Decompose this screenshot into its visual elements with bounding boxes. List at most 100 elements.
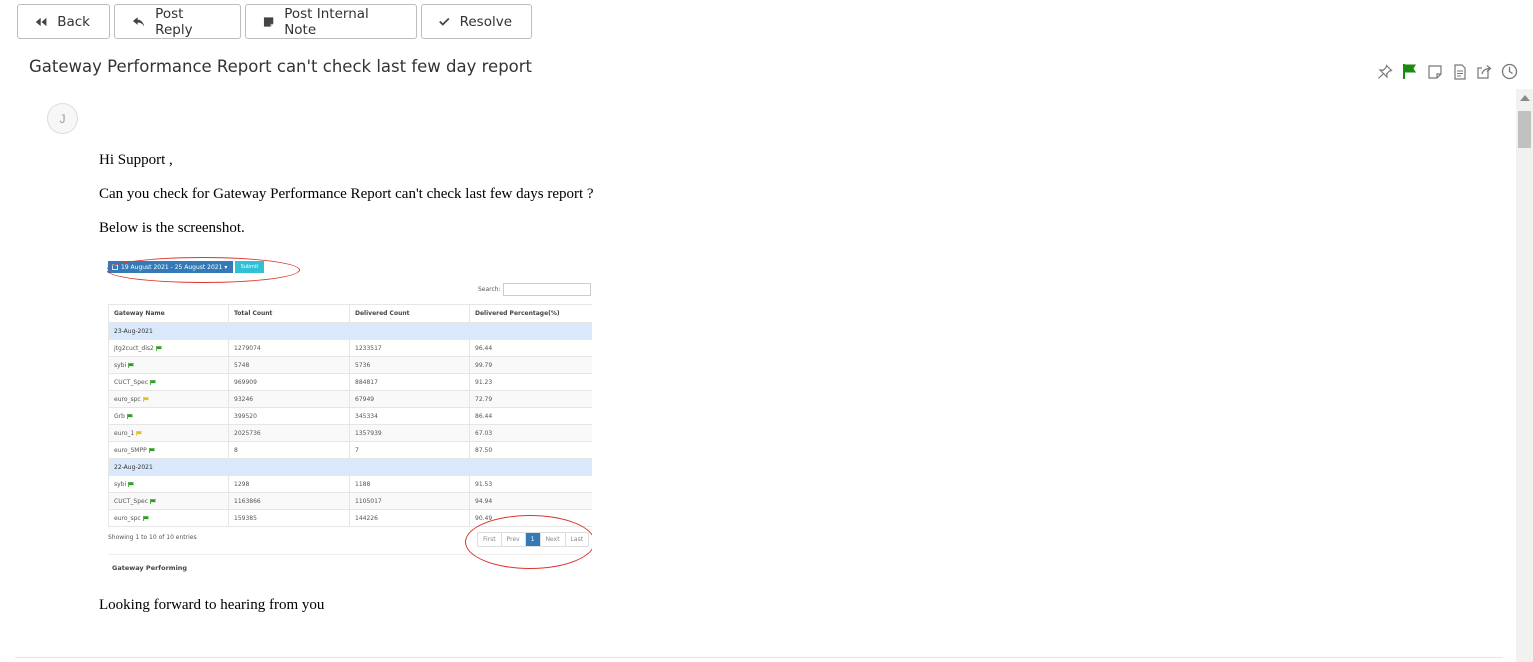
date-group-label: 22-Aug-2021 bbox=[108, 458, 592, 476]
table-header: Gateway Name bbox=[108, 304, 229, 323]
gateway-name-cell: CUCT_Spec bbox=[108, 492, 229, 510]
pct-cell: 99.79 bbox=[469, 356, 592, 374]
ticket-title: Gateway Performance Report can't check l… bbox=[29, 57, 533, 76]
delivered-cell: 1233517 bbox=[349, 339, 470, 357]
gateway-name: Grb bbox=[114, 412, 125, 420]
scrollbar[interactable] bbox=[1516, 89, 1533, 662]
scroll-up-arrow-icon[interactable] bbox=[1520, 95, 1530, 101]
total-cell: 159385 bbox=[228, 509, 350, 527]
gateway-name: sybi bbox=[114, 361, 127, 369]
gateway-name-cell: euro_SMPP bbox=[108, 441, 229, 459]
note-icon bbox=[263, 16, 274, 27]
gateway-name-cell: Grb bbox=[108, 407, 229, 425]
flag-icon bbox=[150, 498, 157, 504]
pct-cell: 94.94 bbox=[469, 492, 592, 510]
showing-entries: Showing 1 to 10 of 10 entries bbox=[108, 534, 197, 541]
gateway-name: euro_spc bbox=[114, 514, 141, 522]
gateway-name-cell: euro_spc bbox=[108, 509, 229, 527]
flag-icon[interactable] bbox=[1400, 62, 1419, 81]
gateway-name-cell: sybi bbox=[108, 356, 229, 374]
table-row: euro_SMPP 8 7 87.50 bbox=[108, 441, 592, 459]
flag-icon bbox=[150, 379, 157, 385]
gateway-name-cell: euro_1 bbox=[108, 424, 229, 442]
flag-icon bbox=[142, 396, 149, 402]
flag-icon bbox=[128, 481, 135, 487]
checkmark-icon bbox=[439, 17, 450, 26]
delivered-cell: 144226 bbox=[349, 509, 470, 527]
post-internal-note-label: Post Internal Note bbox=[284, 5, 369, 38]
back-label: Back bbox=[57, 13, 90, 30]
table-row: Grb 399520 345334 86.44 bbox=[108, 407, 592, 425]
delivered-cell: 345334 bbox=[349, 407, 470, 425]
gateway-name-cell: sybi bbox=[108, 475, 229, 493]
ticket-toolbar: Back Post Reply Post Internal Note Resol… bbox=[17, 4, 532, 39]
share-icon[interactable] bbox=[1475, 62, 1494, 81]
total-cell: 93246 bbox=[228, 390, 350, 408]
table-row: CUCT_Spec 969909 884817 91.23 bbox=[108, 373, 592, 391]
delivered-cell: 1357939 bbox=[349, 424, 470, 442]
attached-screenshot: 19 August 2021 - 25 August 2021 ▾ Submit… bbox=[107, 256, 592, 576]
post-reply-button[interactable]: Post Reply bbox=[114, 4, 241, 39]
post-internal-note-button[interactable]: Post Internal Note bbox=[245, 4, 417, 39]
pin-icon[interactable] bbox=[1375, 62, 1394, 81]
back-button[interactable]: Back bbox=[17, 4, 110, 39]
flag-icon bbox=[142, 515, 149, 521]
total-cell: 1163866 bbox=[228, 492, 350, 510]
reply-icon bbox=[132, 16, 145, 27]
resolve-label: Resolve bbox=[459, 13, 512, 30]
annotation-circle bbox=[465, 515, 592, 569]
delivered-cell: 7 bbox=[349, 441, 470, 459]
message-greeting: Hi Support , bbox=[99, 152, 173, 168]
gateway-name: euro_1 bbox=[114, 429, 135, 437]
document-icon[interactable] bbox=[1450, 62, 1469, 81]
gateway-name: euro_spc bbox=[114, 395, 141, 403]
pct-cell: 87.50 bbox=[469, 441, 592, 459]
gateway-name: CUCT_Spec bbox=[114, 378, 149, 386]
gateway-performing-heading: Gateway Performing bbox=[112, 564, 188, 572]
flag-icon bbox=[155, 345, 162, 351]
pct-cell: 72.79 bbox=[469, 390, 592, 408]
delivered-cell: 1188 bbox=[349, 475, 470, 493]
gateway-name: CUCT_Spec bbox=[114, 497, 149, 505]
delivered-cell: 1105017 bbox=[349, 492, 470, 510]
resolve-button[interactable]: Resolve bbox=[421, 4, 532, 39]
post-reply-label: Post Reply bbox=[155, 5, 193, 38]
total-cell: 969909 bbox=[228, 373, 350, 391]
gateway-name: euro_SMPP bbox=[114, 446, 147, 454]
table-row: jtg2cuct_dis2 1279074 1233517 96.44 bbox=[108, 339, 592, 357]
message-line-2: Below is the screenshot. bbox=[99, 220, 245, 236]
pct-cell: 96.44 bbox=[469, 339, 592, 357]
annotation-circle bbox=[107, 257, 300, 283]
clock-icon[interactable] bbox=[1500, 62, 1519, 81]
date-group-label: 23-Aug-2021 bbox=[108, 322, 592, 340]
ticket-actions bbox=[1375, 62, 1519, 81]
table-row: CUCT_Spec 1163866 1105017 94.94 bbox=[108, 492, 592, 510]
gateway-name: jtg2cuct_dis2 bbox=[114, 344, 154, 352]
search-input bbox=[503, 283, 591, 296]
scrollbar-thumb[interactable] bbox=[1518, 111, 1531, 148]
search-label: Search: bbox=[478, 286, 501, 293]
delivered-cell: 884817 bbox=[349, 373, 470, 391]
rewind-icon bbox=[35, 17, 47, 26]
gateway-table: Gateway Name Total Count Delivered Count De… bbox=[108, 304, 592, 527]
date-group-row: 23-Aug-2021 bbox=[108, 322, 592, 340]
sticky-note-icon[interactable] bbox=[1425, 62, 1444, 81]
total-cell: 399520 bbox=[228, 407, 350, 425]
gateway-name-cell: euro_spc bbox=[108, 390, 229, 408]
total-cell: 5748 bbox=[228, 356, 350, 374]
table-row: sybi 1298 1188 91.53 bbox=[108, 475, 592, 493]
flag-icon bbox=[148, 447, 155, 453]
gateway-name: sybi bbox=[114, 480, 127, 488]
date-group-row: 22-Aug-2021 bbox=[108, 458, 592, 476]
total-cell: 1298 bbox=[228, 475, 350, 493]
table-header: Delivered Count bbox=[349, 304, 470, 323]
message-closing: Looking forward to hearing from you bbox=[99, 597, 325, 613]
message-line-1: Can you check for Gateway Performance Re… bbox=[99, 186, 594, 202]
gateway-name-cell: jtg2cuct_dis2 bbox=[108, 339, 229, 357]
total-cell: 2025736 bbox=[228, 424, 350, 442]
table-header: Total Count bbox=[228, 304, 350, 323]
flag-icon bbox=[127, 413, 133, 419]
table-header: Delivered Percentage(%) bbox=[469, 304, 592, 323]
delivered-cell: 67949 bbox=[349, 390, 470, 408]
flag-icon bbox=[128, 362, 135, 368]
